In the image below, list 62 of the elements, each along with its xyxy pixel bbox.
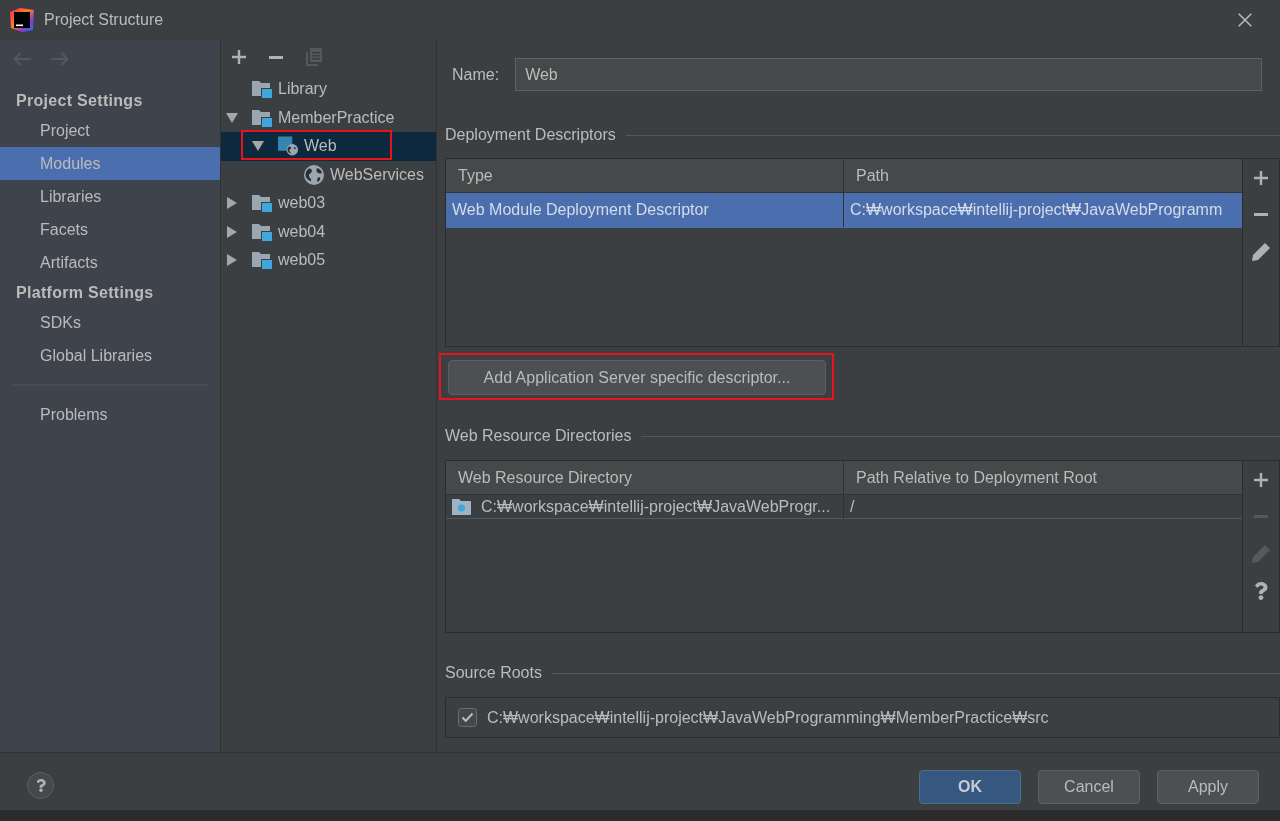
- window-title: Project Structure: [44, 10, 164, 30]
- caret-right-icon[interactable]: [227, 225, 237, 238]
- sidebar-item[interactable]: Global Libraries: [0, 339, 220, 372]
- dialog-button[interactable]: Cancel: [1038, 770, 1140, 804]
- field-label: Name:: [452, 64, 500, 85]
- tree-item[interactable]: web03: [221, 189, 436, 218]
- column-header[interactable]: Path: [844, 159, 1242, 192]
- table-cell-text: C:₩workspace₩intellij-project₩JavaWebProgramm: [850, 200, 1223, 220]
- add-icon[interactable]: [232, 50, 246, 64]
- caret-right-icon[interactable]: [227, 197, 237, 210]
- tree-item[interactable]: web05: [221, 246, 436, 275]
- tree-item[interactable]: MemberPractice: [221, 103, 436, 132]
- folder-icon: [252, 251, 272, 270]
- folder-icon: [252, 194, 272, 213]
- add-icon[interactable]: [1254, 472, 1268, 487]
- sidebar-group-title: Platform Settings: [16, 282, 154, 303]
- add-icon[interactable]: [1254, 170, 1268, 185]
- column-header[interactable]: Web Resource Directory: [446, 461, 844, 494]
- question-icon: [35, 779, 46, 792]
- tree-item[interactable]: Library: [221, 75, 436, 104]
- help-icon[interactable]: [1254, 581, 1268, 600]
- table-cell-text: Web Module Deployment Descriptor: [452, 200, 709, 220]
- table-cell-text: C:₩workspace₩intellij-project₩JavaWebProgr...: [481, 497, 831, 517]
- caret-right-icon[interactable]: [227, 254, 237, 267]
- sidebar-item[interactable]: Problems: [0, 398, 220, 431]
- pencil-icon[interactable]: [1252, 242, 1270, 261]
- caret-down-icon[interactable]: [226, 112, 238, 123]
- checkbox[interactable]: [458, 708, 477, 727]
- name-field[interactable]: Web: [515, 58, 1262, 91]
- globe-icon: [304, 164, 324, 185]
- web-module-icon: [278, 136, 298, 157]
- tree-item[interactable]: WebServices: [221, 160, 436, 189]
- table-cell-text: /: [850, 497, 855, 517]
- folder-icon: [252, 222, 272, 241]
- add-descriptor-button[interactable]: Add Application Server specific descriptor...: [448, 360, 826, 395]
- section-title: Deployment Descriptors: [445, 125, 616, 145]
- primary-button[interactable]: OK: [919, 770, 1021, 804]
- sidebar-item[interactable]: Facets: [0, 213, 220, 246]
- sidebar-group-title: Project Settings: [16, 90, 143, 111]
- sidebar-item[interactable]: SDKs: [0, 306, 220, 339]
- section-title: Source Roots: [445, 663, 542, 683]
- folder-icon: [252, 80, 272, 99]
- folder-icon: [252, 108, 272, 127]
- section-title: Web Resource Directories: [445, 426, 632, 446]
- close-icon[interactable]: [1238, 13, 1252, 27]
- sidebar-item[interactable]: Libraries: [0, 180, 220, 213]
- remove-icon[interactable]: [269, 55, 283, 59]
- logo-icon: [10, 8, 34, 32]
- column-header[interactable]: Path Relative to Deployment Root: [844, 461, 1242, 494]
- path-text: C:₩workspace₩intellij-project₩JavaWebProgramming₩MemberPractice₩src: [487, 707, 1049, 728]
- table-row[interactable]: C:₩workspace₩intellij-project₩JavaWebProgr... /: [446, 495, 1242, 519]
- caret-down-icon[interactable]: [252, 141, 264, 152]
- tree-item[interactable]: web04: [221, 217, 436, 246]
- sidebar-item[interactable]: Modules: [0, 147, 220, 180]
- sidebar-item[interactable]: Project: [0, 114, 220, 147]
- column-header[interactable]: Type: [446, 159, 844, 192]
- dialog-button[interactable]: Apply: [1157, 770, 1259, 804]
- sidebar-item[interactable]: Artifacts: [0, 246, 220, 279]
- table-row[interactable]: Web Module Deployment Descriptor C:₩workspace₩intellij-project₩JavaWebProgramm: [446, 193, 1242, 228]
- folder-icon: [452, 499, 471, 515]
- help-button[interactable]: [27, 772, 54, 799]
- tree-item[interactable]: Web: [221, 132, 436, 161]
